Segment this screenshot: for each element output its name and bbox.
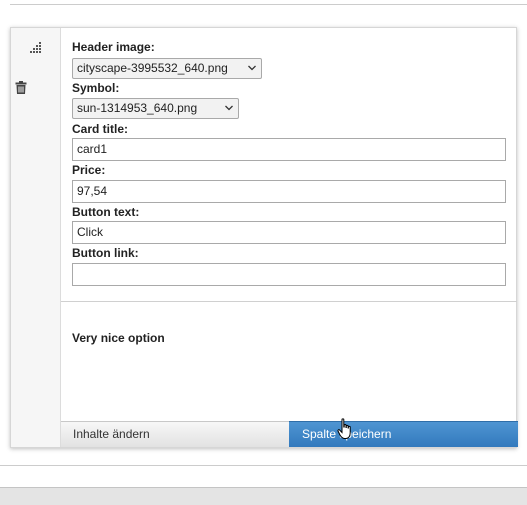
button-text-input[interactable]: Click xyxy=(72,221,506,244)
header-image-select[interactable]: cityscape-3995532_640.png xyxy=(72,58,262,79)
chevron-down-icon xyxy=(248,65,256,71)
footer-bar xyxy=(0,487,527,505)
drag-handle-icon[interactable] xyxy=(30,42,42,54)
button-link-input[interactable] xyxy=(72,263,506,286)
save-column-button[interactable]: Spalte speichern xyxy=(289,421,518,447)
price-input[interactable]: 97,54 xyxy=(72,180,506,203)
button-link-label: Button link: xyxy=(72,246,139,260)
card-title-input[interactable]: card1 xyxy=(72,138,506,161)
chevron-down-icon xyxy=(225,105,233,111)
symbol-selected: sun-1314953_640.png xyxy=(77,101,198,115)
footer-divider xyxy=(0,465,527,466)
price-label: Price: xyxy=(72,163,106,177)
column-editor-card: Header image: cityscape-3995532_640.png … xyxy=(10,27,518,448)
top-divider xyxy=(10,4,527,5)
hand-pointer-cursor-icon xyxy=(337,418,351,439)
change-content-button[interactable]: Inhalte ändern xyxy=(61,421,289,447)
trash-icon[interactable] xyxy=(15,81,27,94)
card-title-label: Card title: xyxy=(72,122,129,136)
option-text: Very nice option xyxy=(72,331,165,345)
header-image-label: Header image: xyxy=(72,40,155,54)
symbol-label: Symbol: xyxy=(72,81,120,95)
symbol-select[interactable]: sun-1314953_640.png xyxy=(72,98,239,119)
column-sidebar xyxy=(11,28,61,447)
header-image-selected: cityscape-3995532_640.png xyxy=(77,61,228,75)
button-text-label: Button text: xyxy=(72,205,140,219)
section-divider xyxy=(61,301,517,302)
